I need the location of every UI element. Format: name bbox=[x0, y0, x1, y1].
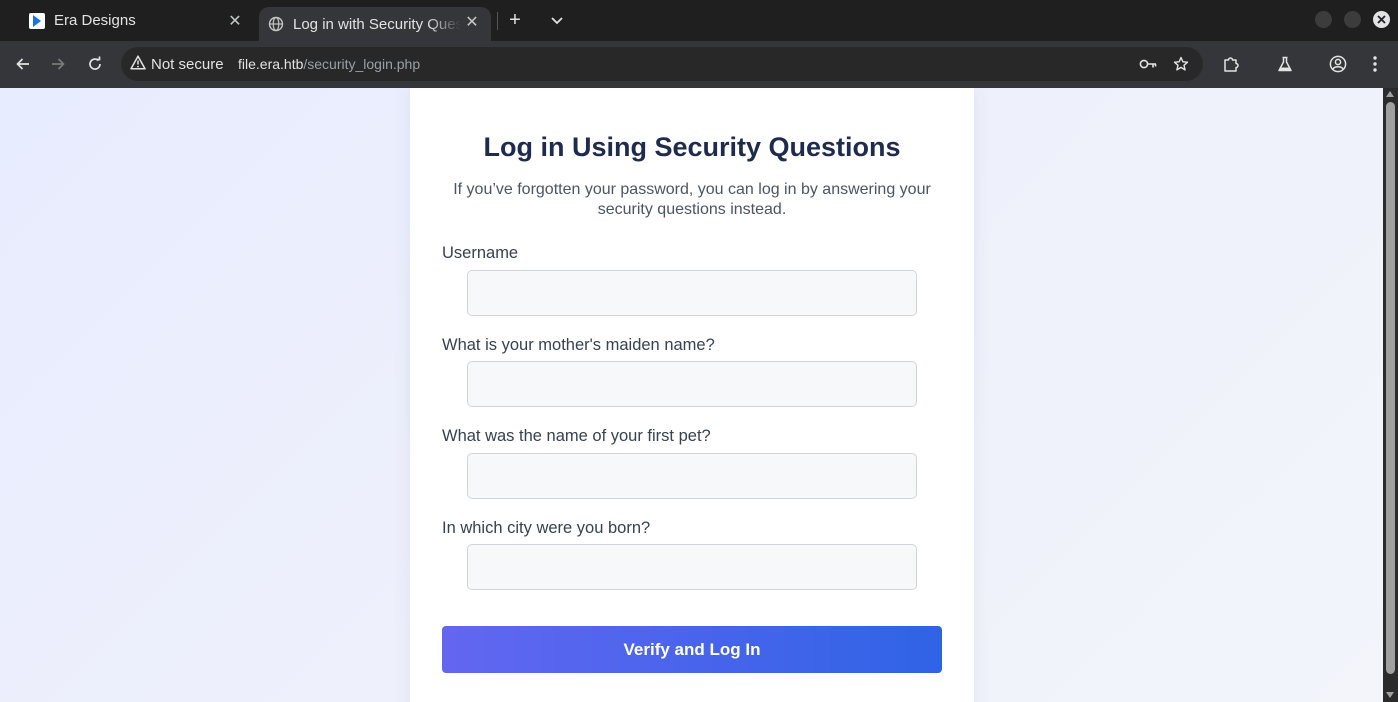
security-label: Not secure bbox=[151, 55, 224, 73]
tab-era-designs[interactable]: Era Designs ✕ bbox=[18, 0, 254, 41]
tab-search-chevron-down-icon[interactable] bbox=[548, 12, 566, 30]
scroll-thumb[interactable] bbox=[1386, 102, 1395, 674]
globe-icon bbox=[268, 16, 284, 32]
window-close-button[interactable] bbox=[1373, 11, 1390, 28]
reload-icon[interactable] bbox=[85, 54, 105, 74]
tab-security-login[interactable]: Log in with Security Questions ✕ bbox=[259, 7, 491, 41]
mother-maiden-name-input[interactable] bbox=[467, 361, 917, 407]
scroll-up-arrow-icon[interactable] bbox=[1386, 91, 1394, 97]
address-bar[interactable]: Not secure file.era.htb/security_login.p… bbox=[121, 47, 1203, 81]
first-pet-label: What was the name of your first pet? bbox=[442, 427, 711, 445]
username-label: Username bbox=[442, 244, 519, 262]
close-tab-icon[interactable]: ✕ bbox=[463, 13, 481, 31]
browser-toolbar: Not secure file.era.htb/security_login.p… bbox=[0, 41, 1398, 88]
new-tab-plus-icon[interactable]: + bbox=[505, 9, 525, 31]
first-pet-input[interactable] bbox=[467, 453, 917, 499]
tab-title: Log in with Security Questions bbox=[293, 15, 461, 33]
security-indicator[interactable]: Not secure bbox=[130, 47, 224, 81]
forward-arrow-icon[interactable] bbox=[48, 54, 68, 74]
tab-title: Era Designs bbox=[54, 12, 136, 29]
tab-strip: Era Designs ✕ Log in with Security Quest… bbox=[0, 0, 1398, 41]
scroll-down-arrow-icon[interactable] bbox=[1386, 692, 1394, 698]
warning-triangle-icon bbox=[130, 54, 146, 74]
birth-city-label: In which city were you born? bbox=[442, 519, 651, 537]
birth-city-input[interactable] bbox=[467, 544, 917, 590]
page-scrollbar[interactable] bbox=[1383, 88, 1398, 702]
url-host: file.era.htb bbox=[238, 56, 304, 72]
tab-separator bbox=[497, 12, 498, 30]
page-description: If you’ve forgotten your password, you c… bbox=[453, 181, 931, 218]
close-tab-icon[interactable]: ✕ bbox=[226, 12, 244, 30]
page-viewport: Log in Using Security Questions If you’v… bbox=[0, 88, 1383, 702]
password-key-icon[interactable] bbox=[1139, 55, 1157, 73]
extensions-puzzle-icon[interactable] bbox=[1221, 54, 1241, 74]
window-minimize-button[interactable] bbox=[1315, 11, 1332, 28]
mother-maiden-name-label: What is your mother's maiden name? bbox=[442, 336, 715, 354]
username-input[interactable] bbox=[467, 270, 917, 316]
era-logo-icon bbox=[29, 12, 45, 29]
menu-kebab-icon[interactable] bbox=[1365, 54, 1385, 74]
security-login-card: Log in Using Security Questions If you’v… bbox=[410, 88, 974, 702]
window-maximize-button[interactable] bbox=[1344, 11, 1361, 28]
verify-and-login-button[interactable]: Verify and Log In bbox=[442, 626, 942, 673]
profile-avatar-icon[interactable] bbox=[1328, 54, 1348, 74]
url-path: /security_login.php bbox=[303, 56, 421, 72]
labs-flask-icon[interactable] bbox=[1275, 54, 1295, 74]
back-arrow-icon[interactable] bbox=[13, 54, 33, 74]
bookmark-star-icon[interactable] bbox=[1172, 55, 1190, 73]
url-text[interactable]: file.era.htb/security_login.php bbox=[238, 47, 420, 81]
page-title: Log in Using Security Questions bbox=[483, 132, 901, 162]
